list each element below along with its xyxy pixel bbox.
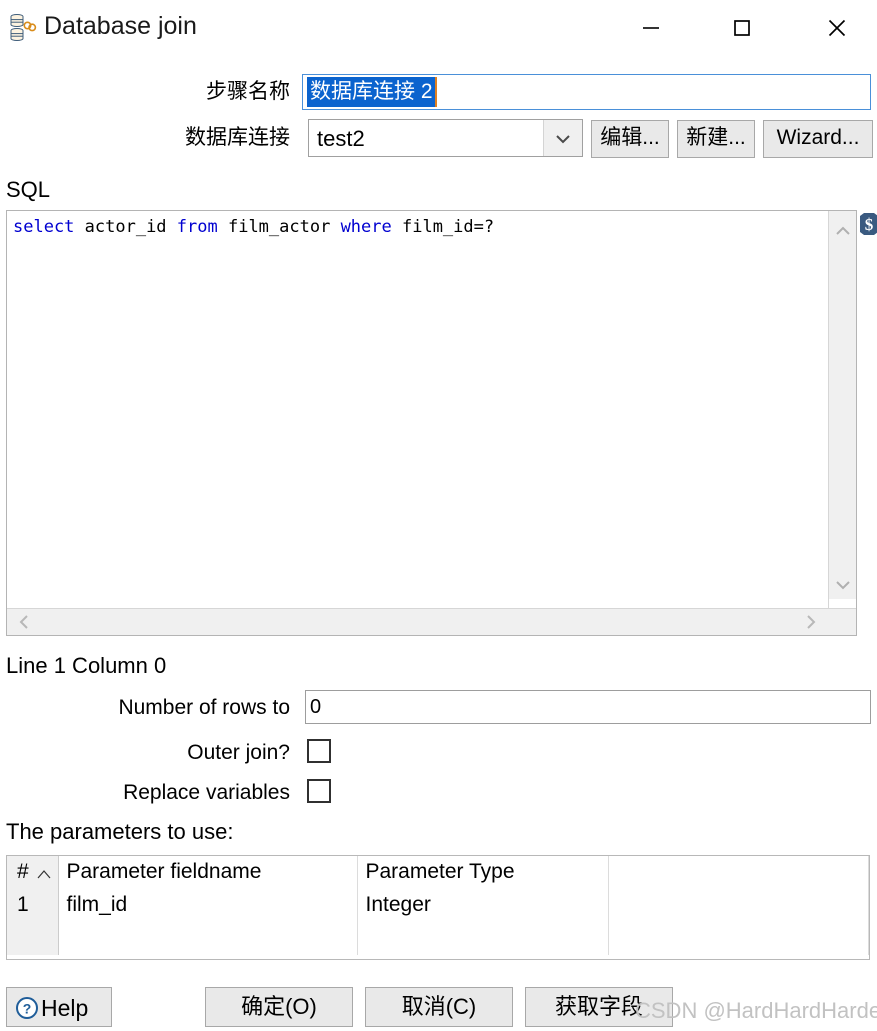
parameters-table[interactable]: # Parameter fieldname Parameter Type 1 film_… [6, 855, 870, 960]
title-bar: Database join [0, 0, 877, 55]
sql-text-content: select actor_id from film_actor where fi… [13, 215, 494, 239]
table-row[interactable] [7, 922, 869, 955]
number-of-rows-input[interactable]: 0 [305, 690, 871, 724]
sql-token: film_id=? [391, 217, 495, 237]
sql-cursor-status: Line 1 Column 0 [6, 653, 167, 678]
sql-token: actor_id [74, 217, 177, 237]
table-cell-type[interactable] [357, 922, 609, 955]
sql-token: film_actor [217, 217, 341, 237]
replace-variables-label: Replace variables [123, 781, 290, 804]
db-connection-value: test2 [317, 126, 365, 151]
dollar-variable-icon[interactable]: $ [860, 212, 877, 236]
close-button[interactable] [814, 5, 860, 51]
table-cell-extra[interactable] [608, 922, 869, 955]
wizard-button[interactable]: Wizard... [763, 120, 873, 158]
table-cell-type[interactable]: Integer [357, 889, 609, 922]
table-cell-extra[interactable] [608, 889, 869, 922]
sql-vertical-scrollbar[interactable] [828, 211, 856, 609]
help-button-label: Help [41, 995, 89, 1021]
cancel-button[interactable]: 取消(C) [365, 987, 513, 1027]
number-of-rows-label: Number of rows to [118, 696, 290, 719]
parameters-caption: The parameters to use: [6, 819, 234, 844]
replace-variables-checkbox[interactable] [307, 779, 331, 803]
table-cell-idx[interactable]: 1 [7, 889, 59, 922]
outer-join-label: Outer join? [187, 741, 290, 764]
step-name-label: 步骤名称 [206, 80, 290, 103]
close-icon [828, 19, 846, 37]
minimize-icon [643, 27, 659, 29]
database-join-icon [8, 12, 38, 42]
chevron-down-icon[interactable] [835, 577, 851, 595]
chevron-up-icon[interactable] [835, 223, 851, 241]
column-header-label: # [17, 860, 29, 883]
column-header[interactable]: Parameter fieldname [58, 856, 358, 889]
column-header[interactable] [608, 856, 869, 889]
sql-section-label: SQL [6, 177, 51, 202]
db-connection-select[interactable]: test2 [308, 119, 583, 157]
db-connection-label: 数据库连接 [185, 126, 290, 149]
table-header-row: # Parameter fieldname Parameter Type [7, 856, 869, 889]
column-header[interactable]: Parameter Type [357, 856, 609, 889]
maximize-icon [734, 20, 750, 36]
question-circle-icon: ? [15, 996, 39, 1020]
sort-caret-icon[interactable] [37, 860, 51, 886]
sql-token: select [13, 217, 75, 237]
edit-connection-button[interactable]: 编辑... [591, 120, 669, 158]
sql-token: where [340, 217, 392, 237]
step-name-input[interactable]: 数据库连接 2 [302, 74, 871, 110]
column-header-index[interactable]: # [7, 856, 59, 889]
svg-text:$: $ [865, 215, 874, 234]
minimize-button[interactable] [628, 5, 674, 51]
window-title: Database join [44, 12, 197, 40]
sql-token: from [176, 217, 218, 237]
outer-join-checkbox[interactable] [307, 739, 331, 763]
table-row[interactable]: 1 film_id Integer [7, 889, 869, 922]
chevron-right-icon[interactable] [806, 614, 816, 635]
help-button[interactable]: ? Help [6, 987, 112, 1027]
sql-horizontal-scrollbar[interactable] [7, 608, 856, 635]
table-cell-fieldname[interactable] [58, 922, 358, 955]
sql-editor[interactable]: select actor_id from film_actor where fi… [6, 210, 857, 636]
maximize-button[interactable] [719, 5, 765, 51]
step-name-selected-text: 数据库连接 2 [307, 77, 437, 107]
chevron-left-icon[interactable] [19, 614, 29, 635]
table-cell-idx[interactable] [7, 922, 59, 955]
table-cell-fieldname[interactable]: film_id [58, 889, 358, 922]
ok-button[interactable]: 确定(O) [205, 987, 353, 1027]
get-fields-button[interactable]: 获取字段 [525, 987, 673, 1027]
new-connection-button[interactable]: 新建... [677, 120, 755, 158]
chevron-down-icon[interactable] [543, 120, 582, 156]
svg-text:?: ? [23, 1001, 32, 1017]
